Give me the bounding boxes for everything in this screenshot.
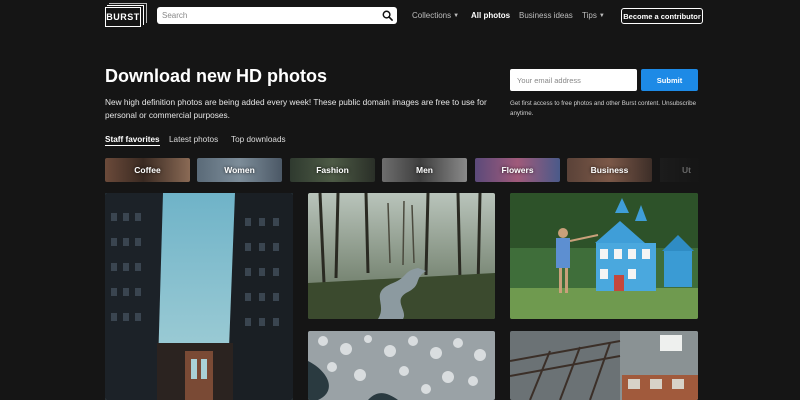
category-label: Coffee (134, 165, 161, 175)
category-label: Fashion (316, 165, 349, 175)
photo-ice[interactable] (308, 331, 495, 400)
burst-logo[interactable]: BURST (105, 3, 147, 27)
nav-business-ideas-label: Business ideas (519, 11, 573, 20)
photo-building[interactable] (510, 331, 698, 400)
photo-ice-image (308, 331, 495, 400)
page-title: Download new HD photos (105, 66, 327, 86)
site-header: BURST Collections▼ All photos Business i… (0, 0, 800, 34)
category-label: Ut (682, 165, 691, 175)
category-chip-coffee[interactable]: Coffee (105, 158, 190, 182)
category-label: Flowers (501, 165, 534, 175)
photo-dollhouse-image (510, 193, 698, 319)
nav-tips-label: Tips (582, 11, 597, 20)
page-subtitle: New high definition photos are being add… (105, 97, 487, 120)
category-label: Men (416, 165, 433, 175)
category-label: Business (590, 165, 629, 175)
photo-city-bridge[interactable] (105, 193, 293, 400)
photo-city-bridge-image (105, 193, 293, 400)
chevron-down-icon: ▼ (598, 13, 605, 19)
nav-collections[interactable]: Collections ▼ (412, 11, 459, 20)
submit-button[interactable]: Submit (641, 69, 698, 91)
category-chip-fashion[interactable]: Fashion (290, 158, 375, 182)
photo-forest-stream-image (308, 193, 495, 319)
nav-all-photos[interactable]: All photos (471, 11, 510, 20)
search-icon[interactable] (382, 10, 393, 21)
nav-all-photos-label: All photos (471, 11, 511, 20)
tab-staff-favorites[interactable]: Staff favorites (105, 135, 160, 146)
nav-collections-label: Collections (412, 11, 452, 20)
search-input[interactable] (157, 7, 397, 24)
nav-business-ideas[interactable]: Business ideas (519, 11, 573, 20)
category-chip-business[interactable]: Business (567, 158, 652, 182)
newsletter-note: Get first access to free photos and othe… (510, 100, 697, 117)
category-chip-women[interactable]: Women (197, 158, 282, 182)
chevron-down-icon: ▼ (453, 13, 460, 19)
photo-forest-stream[interactable] (308, 193, 495, 319)
tab-top-downloads[interactable]: Top downloads (231, 135, 286, 144)
email-field[interactable] (510, 69, 637, 91)
photo-building-image (510, 331, 698, 400)
tab-latest-photos[interactable]: Latest photos (169, 135, 218, 144)
category-chip-men[interactable]: Men (382, 158, 467, 182)
photo-dollhouse[interactable] (510, 193, 698, 319)
become-contributor-button[interactable]: Become a contributor (621, 8, 703, 24)
category-chip-flowers[interactable]: Flowers (475, 158, 560, 182)
logo-text: BURST (105, 7, 141, 27)
category-chip-partial[interactable]: Ut (660, 158, 700, 182)
category-label: Women (224, 165, 255, 175)
nav-tips[interactable]: Tips ▼ (582, 11, 605, 20)
